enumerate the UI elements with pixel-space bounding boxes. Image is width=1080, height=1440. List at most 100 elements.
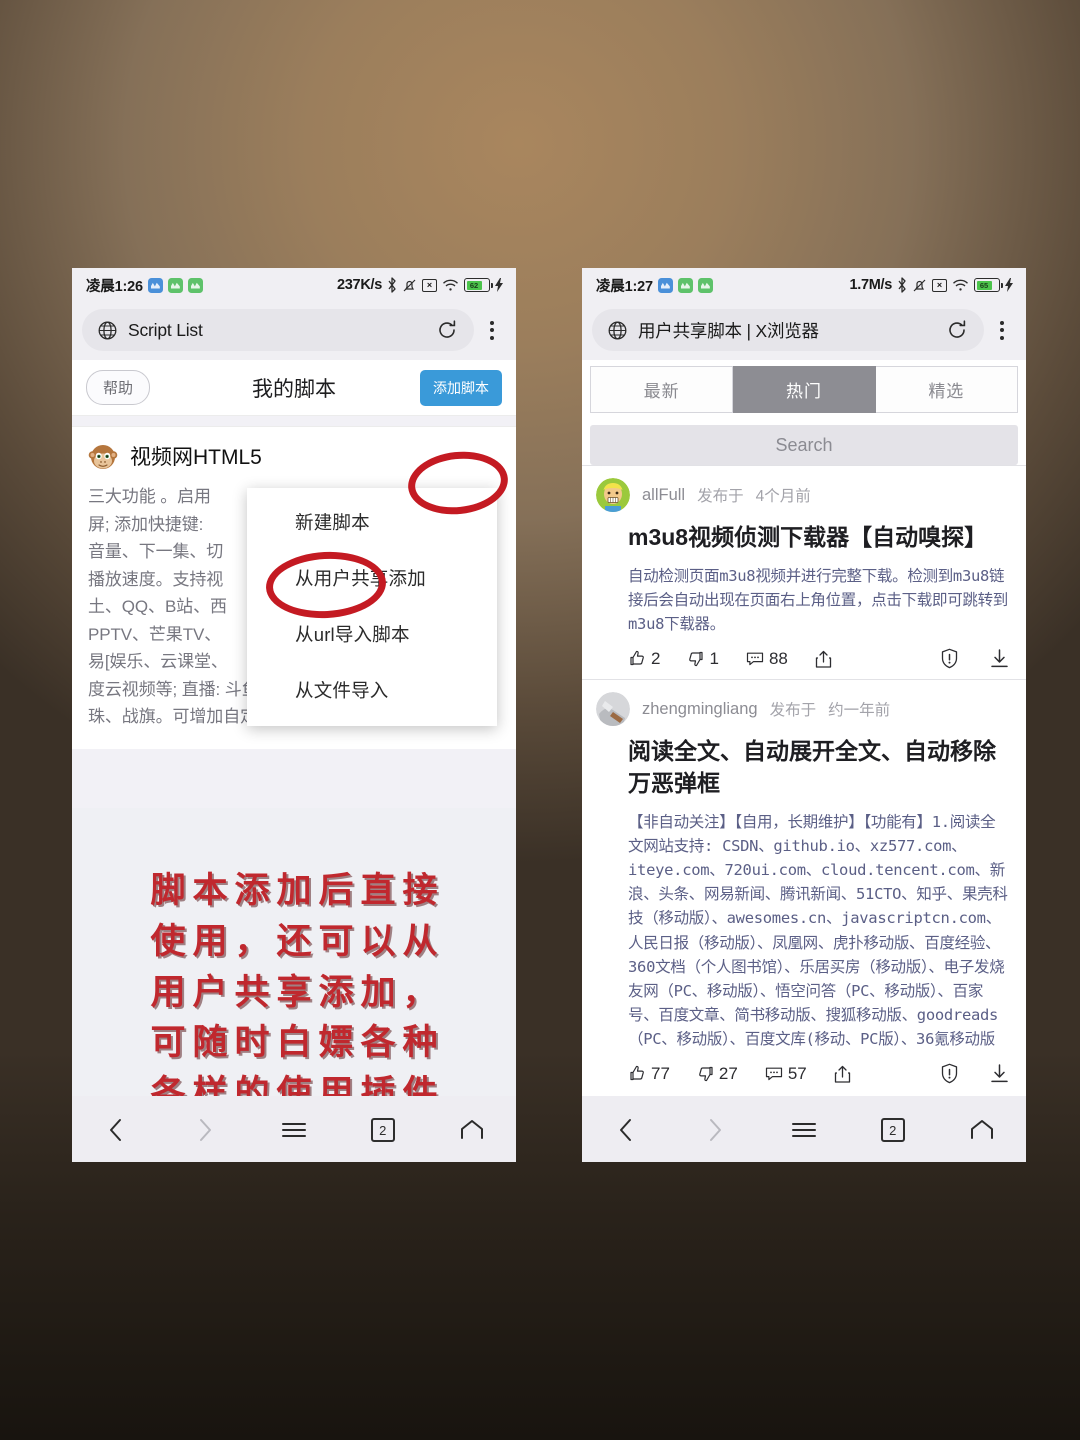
nav-home-button[interactable] xyxy=(427,1108,516,1152)
right-phone-screenshot: 凌晨1:27 1.7M/s × 65 用户共享脚本 | X浏览器 最新 热门 精… xyxy=(582,268,1026,1162)
left-page-body: 帮助 我的脚本 添加脚本 视频网HTML5 三大功能 。启用 屏; 添加快捷键:… xyxy=(72,360,516,1162)
search-input[interactable]: Search xyxy=(590,425,1018,465)
nav-tabs-button[interactable]: 2 xyxy=(338,1108,427,1152)
tab-count-label: 2 xyxy=(880,1118,905,1142)
menu-item-import-from-file[interactable]: 从文件导入 xyxy=(247,662,497,718)
post-header: zhengmingliang 发布于 约一年前 xyxy=(596,692,1010,727)
post-posted-time: 约一年前 xyxy=(828,702,891,720)
post-item[interactable]: zhengmingliang 发布于 约一年前 阅读全文、自动展开全文、自动移除… xyxy=(582,679,1026,1094)
nav-forward-button[interactable] xyxy=(671,1108,760,1152)
add-script-button[interactable]: 添加脚本 xyxy=(420,369,502,406)
nav-menu-icon[interactable] xyxy=(760,1108,849,1152)
notification-badge-green2-icon xyxy=(187,277,203,293)
network-speed: 1.7M/s xyxy=(849,277,892,293)
wifi-icon xyxy=(952,279,969,292)
post-title[interactable]: 阅读全文、自动展开全文、自动移除万恶弹框 xyxy=(628,736,1010,799)
dislike-count: 27 xyxy=(718,1063,738,1083)
tab-featured[interactable]: 精选 xyxy=(875,366,1018,413)
nav-back-button[interactable] xyxy=(72,1108,161,1152)
wifi-icon xyxy=(442,279,459,292)
tab-count-label: 2 xyxy=(370,1118,395,1142)
post-action-bar-right xyxy=(940,648,1010,669)
bluetooth-icon xyxy=(897,277,907,293)
nav-tabs-button[interactable]: 2 xyxy=(848,1108,937,1152)
install-download-icon[interactable] xyxy=(989,1063,1010,1084)
charging-bolt-icon xyxy=(495,278,504,292)
post-item[interactable]: allFull 发布于 4个月前 m3u8视频侦测下载器【自动嗅探】 自动检测页… xyxy=(582,465,1026,679)
right-status-bar: 凌晨1:27 1.7M/s × 65 xyxy=(582,268,1026,302)
status-bar-right: 1.7M/s × 65 xyxy=(849,277,1014,293)
notification-badge-blue-icon xyxy=(147,277,163,293)
report-icon[interactable] xyxy=(940,648,959,669)
share-icon[interactable] xyxy=(833,1064,852,1084)
reload-icon[interactable] xyxy=(946,319,968,341)
post-description: 【非自动关注】【自用，长期维护】【功能有】1.阅读全文网站支持: CSDN、gi… xyxy=(628,812,1008,1049)
comment-button[interactable]: 88 xyxy=(745,649,788,669)
post-description: 自动检测页面m3u8视频并进行完整下载。检测到m3u8链接后会自动出现在页面右上… xyxy=(628,566,1009,634)
nav-forward-button[interactable] xyxy=(161,1108,250,1152)
reload-icon[interactable] xyxy=(436,319,458,341)
url-title: 用户共享脚本 | X浏览器 xyxy=(638,320,819,341)
post-action-bar-right xyxy=(940,1063,1010,1084)
post-title[interactable]: m3u8视频侦测下载器【自动嗅探】 xyxy=(628,522,1010,554)
post-posted-time: 4个月前 xyxy=(755,488,811,505)
mute-bell-icon xyxy=(402,278,417,293)
comment-count: 88 xyxy=(768,648,788,668)
right-url-bar[interactable]: 用户共享脚本 | X浏览器 xyxy=(592,309,984,351)
script-list-toolbar: 帮助 我的脚本 添加脚本 xyxy=(72,360,516,416)
caption-line: 用户共享添加， xyxy=(150,972,445,1013)
caption-line: 可随时白嫖各种 xyxy=(150,1023,445,1064)
share-icon[interactable] xyxy=(814,649,833,669)
post-action-bar: 77 27 57 xyxy=(628,1063,1010,1084)
left-browser-urlbar-area: Script List xyxy=(72,302,516,360)
nav-menu-icon[interactable] xyxy=(250,1108,339,1152)
status-bar-left: 凌晨1:26 xyxy=(86,275,203,296)
notification-badge-green-icon xyxy=(677,277,693,293)
nav-back-button[interactable] xyxy=(582,1108,671,1152)
report-icon[interactable] xyxy=(940,1063,959,1084)
avatar xyxy=(596,478,630,512)
dislike-button[interactable]: 1 xyxy=(686,649,719,669)
like-button[interactable]: 77 xyxy=(628,1064,670,1084)
bluetooth-icon xyxy=(387,277,397,293)
browser-menu-icon[interactable] xyxy=(988,320,1016,340)
left-phone-screenshot: 凌晨1:26 237K/s × 62 Script List 帮助 我的脚本 添… xyxy=(72,268,516,1162)
post-action-bar: 2 1 88 xyxy=(628,648,1010,669)
status-time: 凌晨1:27 xyxy=(596,278,653,295)
sim-off-icon: × xyxy=(422,278,437,292)
left-status-bar: 凌晨1:26 237K/s × 62 xyxy=(72,268,516,302)
caption-line: 使用，还可以从 xyxy=(150,921,445,962)
battery-icon: 65 xyxy=(974,278,1003,292)
category-tabs: 最新 热门 精选 xyxy=(582,360,1026,417)
comment-button[interactable]: 57 xyxy=(764,1064,807,1084)
right-page-body: 最新 热门 精选 Search allFull 发布于 4个月前 m3u8视频侦… xyxy=(582,360,1026,1162)
nav-home-button[interactable] xyxy=(937,1108,1026,1152)
browser-menu-icon[interactable] xyxy=(478,320,506,340)
globe-icon xyxy=(608,321,627,340)
right-browser-urlbar-area: 用户共享脚本 | X浏览器 xyxy=(582,302,1026,360)
post-author[interactable]: allFull xyxy=(642,486,685,505)
like-count: 2 xyxy=(651,648,661,668)
tab-latest[interactable]: 最新 xyxy=(590,366,734,413)
like-button[interactable]: 2 xyxy=(628,649,660,669)
menu-item-import-from-url[interactable]: 从url导入脚本 xyxy=(247,606,497,662)
notification-badge-green2-icon xyxy=(697,277,713,293)
dislike-button[interactable]: 27 xyxy=(696,1064,738,1084)
tab-hot[interactable]: 热门 xyxy=(733,366,876,413)
avatar xyxy=(596,692,630,727)
battery-icon: 62 xyxy=(464,278,493,292)
network-speed: 237K/s xyxy=(337,277,382,293)
install-download-icon[interactable] xyxy=(989,648,1010,669)
notification-badge-green-icon xyxy=(167,277,183,293)
charging-bolt-icon xyxy=(1005,278,1014,292)
url-title: Script List xyxy=(128,319,203,340)
left-url-bar[interactable]: Script List xyxy=(82,309,474,351)
post-posted-prefix: 发布于 xyxy=(697,488,744,505)
tampermonkey-monkey-icon xyxy=(88,441,118,471)
mute-bell-icon xyxy=(912,278,927,293)
notification-badge-blue-icon xyxy=(657,277,673,293)
help-button[interactable]: 帮助 xyxy=(86,370,151,405)
left-bottom-nav: 2 xyxy=(72,1096,516,1162)
post-header: allFull 发布于 4个月前 xyxy=(596,478,1010,512)
post-author[interactable]: zhengmingliang xyxy=(642,700,758,719)
